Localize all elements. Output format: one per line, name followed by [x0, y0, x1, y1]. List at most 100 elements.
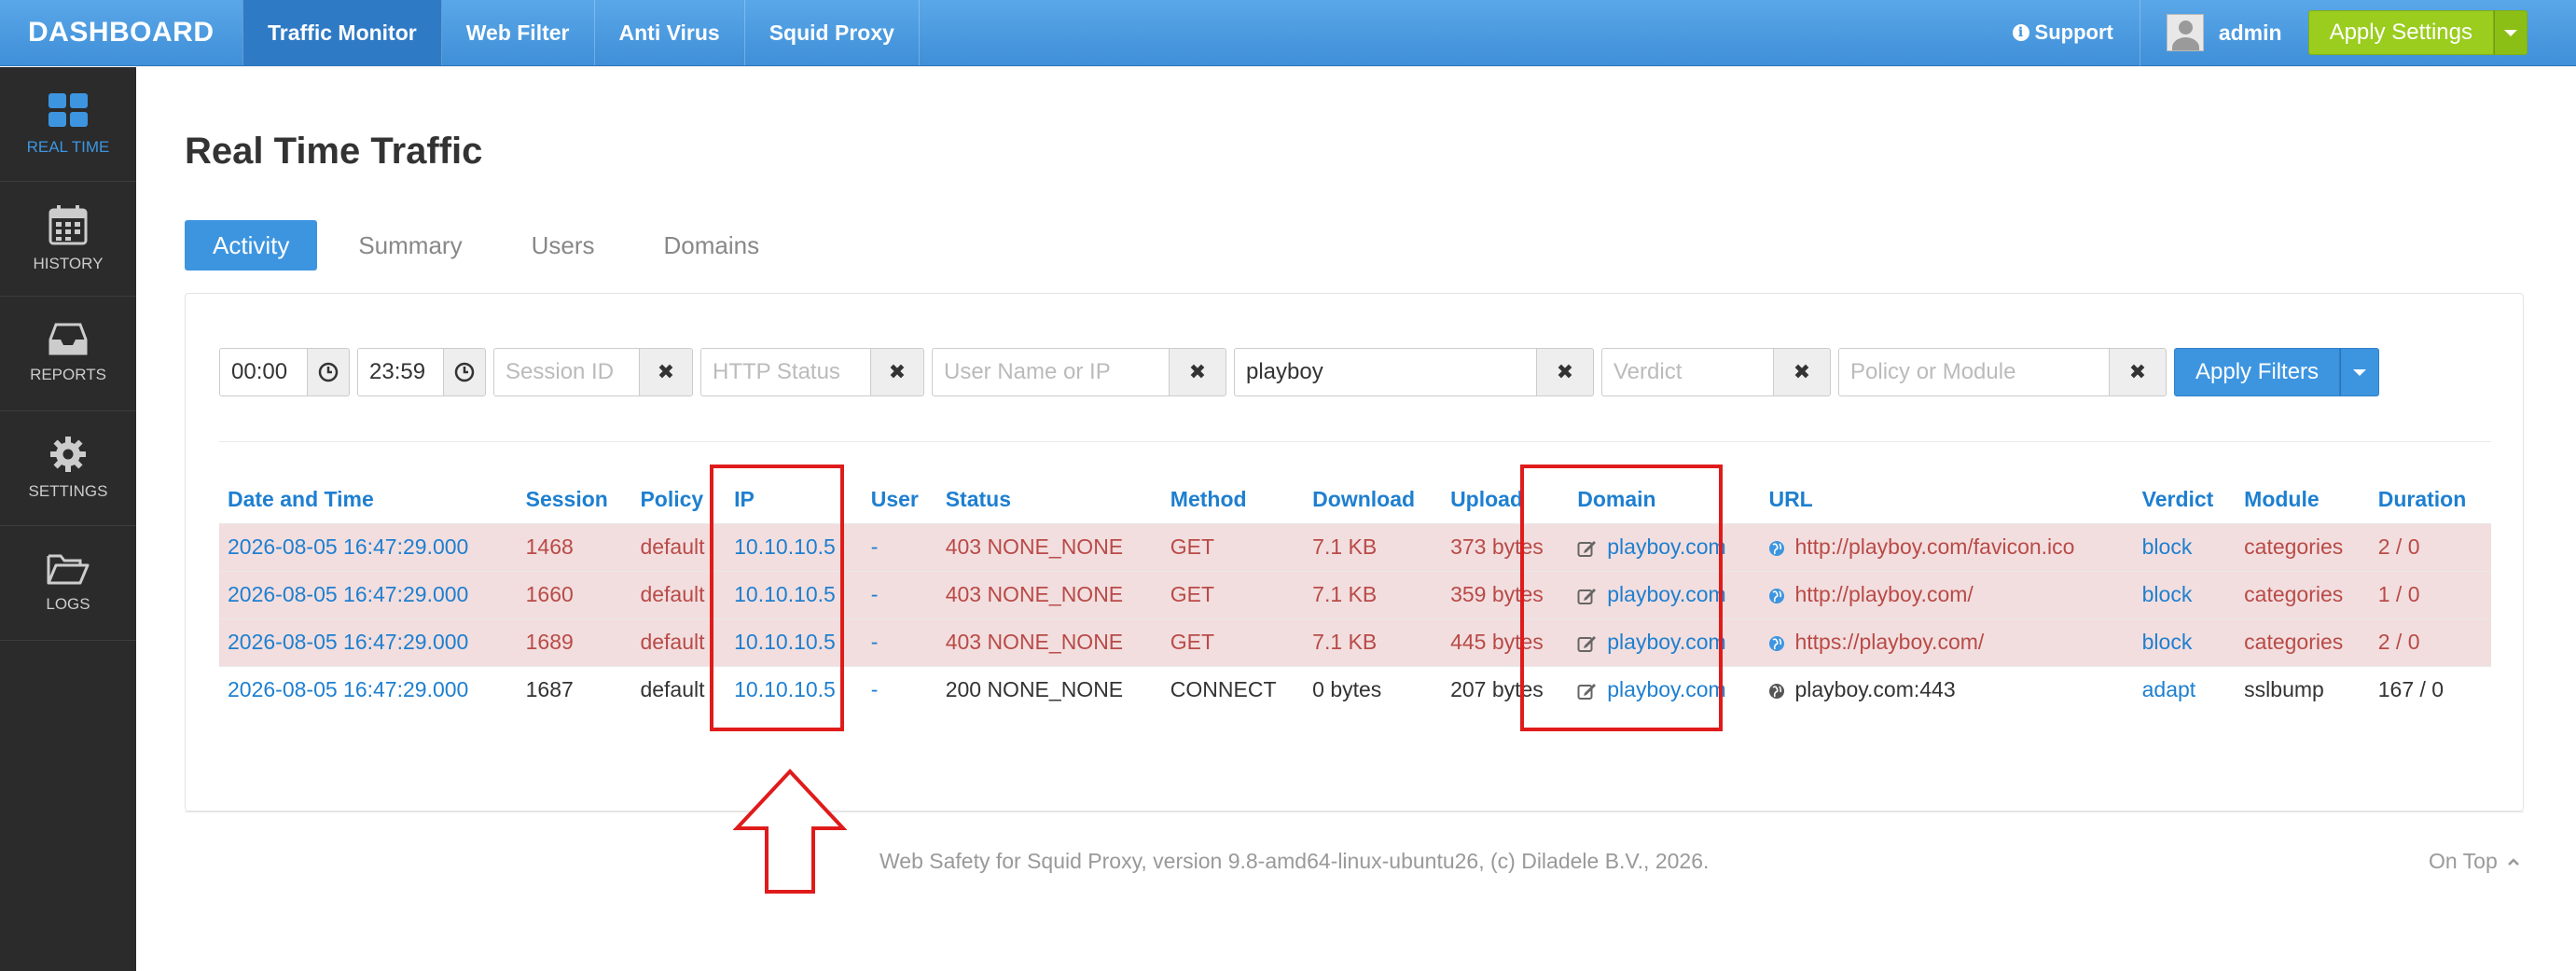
- globe-icon: [1769, 588, 1785, 603]
- col-download[interactable]: Download: [1304, 477, 1442, 523]
- nav-web-filter[interactable]: Web Filter: [442, 0, 595, 65]
- table-row[interactable]: 2026-08-05 16:47:29.000 1660 default 10.10.…: [219, 570, 2491, 618]
- cell-download: 7.1 KB: [1304, 570, 1443, 618]
- time-to-group: 23:59: [357, 348, 486, 396]
- clear-domain-button[interactable]: ✖: [1536, 348, 1594, 396]
- apply-settings-button[interactable]: Apply Settings: [2307, 10, 2494, 55]
- folder-open-icon: [47, 554, 90, 585]
- verdict-input[interactable]: Verdict: [1601, 348, 1773, 396]
- top-navbar: DASHBOARD Traffic Monitor Web Filter Ant…: [0, 0, 2576, 66]
- clear-user-button[interactable]: ✖: [1169, 348, 1226, 396]
- cell-date-time[interactable]: 2026-08-05 16:47:29.000: [219, 617, 518, 666]
- clear-verdict-button[interactable]: ✖: [1773, 348, 1831, 396]
- session-id-input[interactable]: Session ID: [493, 348, 639, 396]
- cell-module: sslbump: [2236, 665, 2370, 714]
- sidebar: REAL TIME HISTORY REPORTS SETTINGS LOGS: [0, 67, 136, 971]
- cell-download: 0 bytes: [1304, 665, 1443, 714]
- cell-verdict[interactable]: block: [2133, 570, 2237, 618]
- col-url[interactable]: URL: [1760, 477, 2133, 523]
- col-session[interactable]: Session: [518, 477, 632, 523]
- cell-user[interactable]: -: [862, 522, 937, 571]
- cell-duration: 1 / 0: [2369, 570, 2491, 618]
- cell-module: categories: [2236, 570, 2370, 618]
- cell-user[interactable]: -: [862, 665, 937, 714]
- cell-duration: 2 / 0: [2369, 522, 2491, 571]
- sidebar-item-label: HISTORY: [33, 255, 104, 272]
- col-verdict[interactable]: Verdict: [2134, 477, 2237, 523]
- http-status-filter-group: HTTP Status ✖: [700, 348, 924, 396]
- tab-domains[interactable]: Domains: [636, 220, 788, 270]
- apply-settings-dropdown[interactable]: [2494, 10, 2528, 55]
- col-module[interactable]: Module: [2236, 477, 2370, 523]
- cell-date-time[interactable]: 2026-08-05 16:47:29.000: [219, 665, 518, 714]
- apply-filters-button[interactable]: Apply Filters: [2174, 348, 2341, 396]
- session-filter-group: Session ID ✖: [493, 348, 693, 396]
- support-label: Support: [2034, 21, 2113, 44]
- inbox-icon: [48, 323, 88, 355]
- policy-module-input[interactable]: Policy or Module: [1838, 348, 2109, 396]
- cell-url: playboy.com:443: [1760, 665, 2134, 714]
- nav-traffic-monitor[interactable]: Traffic Monitor: [242, 0, 442, 65]
- time-to-clock-button[interactable]: [443, 348, 486, 396]
- cell-verdict[interactable]: block: [2133, 522, 2237, 571]
- tab-activity[interactable]: Activity: [185, 220, 318, 270]
- on-top-label: On Top: [2429, 849, 2498, 873]
- cell-user[interactable]: -: [862, 570, 937, 618]
- policy-filter-group: Policy or Module ✖: [1838, 348, 2167, 396]
- col-duration[interactable]: Duration: [2370, 477, 2491, 523]
- url-text: http://playboy.com/favicon.ico: [1794, 534, 2075, 559]
- sidebar-item-history[interactable]: HISTORY: [0, 182, 136, 297]
- on-top-link[interactable]: On Top: [2429, 849, 2520, 874]
- url-text: http://playboy.com/: [1794, 582, 1974, 606]
- cell-user[interactable]: -: [862, 617, 937, 666]
- user-menu[interactable]: admin: [2140, 14, 2308, 51]
- table-row[interactable]: 2026-08-05 16:47:29.000 1689 default 10.10.…: [219, 617, 2491, 666]
- col-date-time[interactable]: Date and Time: [219, 477, 518, 523]
- clock-icon: [454, 362, 475, 382]
- brand-logo[interactable]: DASHBOARD: [0, 0, 242, 65]
- domain-filter-input[interactable]: playboy: [1234, 348, 1536, 396]
- sidebar-item-real-time[interactable]: REAL TIME: [0, 67, 136, 182]
- cell-download: 7.1 KB: [1304, 617, 1443, 666]
- globe-icon: [1769, 540, 1785, 556]
- sidebar-item-reports[interactable]: REPORTS: [0, 297, 136, 411]
- cell-date-time[interactable]: 2026-08-05 16:47:29.000: [219, 570, 518, 618]
- col-user[interactable]: User: [863, 477, 937, 523]
- cell-duration: 167 / 0: [2369, 665, 2491, 714]
- user-ip-input[interactable]: User Name or IP: [932, 348, 1169, 396]
- cell-url: http://playboy.com/favicon.ico: [1760, 522, 2134, 571]
- sidebar-item-logs[interactable]: LOGS: [0, 526, 136, 641]
- clear-http-status-button[interactable]: ✖: [870, 348, 924, 396]
- traffic-table: Date and Time Session Policy IP User Sta…: [219, 477, 2491, 714]
- nav-anti-virus[interactable]: Anti Virus: [595, 0, 745, 65]
- table-row[interactable]: 2026-08-05 16:47:29.000 1687 default 10.10.…: [219, 665, 2491, 714]
- cell-date-time[interactable]: 2026-08-05 16:47:29.000: [219, 522, 518, 571]
- close-icon: ✖: [1556, 360, 1574, 383]
- clear-session-button[interactable]: ✖: [639, 348, 693, 396]
- clear-policy-button[interactable]: ✖: [2109, 348, 2167, 396]
- sidebar-item-settings[interactable]: SETTINGS: [0, 411, 136, 526]
- cell-verdict[interactable]: adapt: [2133, 665, 2237, 714]
- clock-icon: [318, 362, 339, 382]
- apply-filters-dropdown[interactable]: [2340, 348, 2380, 396]
- http-status-input[interactable]: HTTP Status: [700, 348, 870, 396]
- table-row[interactable]: 2026-08-05 16:47:29.000 1468 default 10.10.…: [219, 522, 2491, 571]
- user-name: admin: [2218, 20, 2282, 45]
- top-right-area: i Support admin Apply Settings: [2012, 0, 2576, 66]
- main-content: Real Time Traffic Activity Summary Users…: [136, 67, 2576, 971]
- cell-verdict[interactable]: block: [2133, 617, 2237, 666]
- tab-summary[interactable]: Summary: [330, 220, 490, 270]
- col-status[interactable]: Status: [937, 477, 1162, 523]
- cell-duration: 2 / 0: [2369, 617, 2491, 666]
- col-method[interactable]: Method: [1162, 477, 1304, 523]
- divider: [219, 441, 2491, 442]
- time-from-clock-button[interactable]: [307, 348, 350, 396]
- support-link[interactable]: i Support: [2012, 0, 2140, 66]
- nav-squid-proxy[interactable]: Squid Proxy: [745, 0, 920, 65]
- verdict-filter-group: Verdict ✖: [1601, 348, 1831, 396]
- time-from-input[interactable]: 00:00: [219, 348, 307, 396]
- cell-session: 1468: [517, 522, 632, 571]
- footer-divider: [185, 811, 2524, 812]
- tab-users[interactable]: Users: [504, 220, 623, 270]
- time-to-input[interactable]: 23:59: [357, 348, 443, 396]
